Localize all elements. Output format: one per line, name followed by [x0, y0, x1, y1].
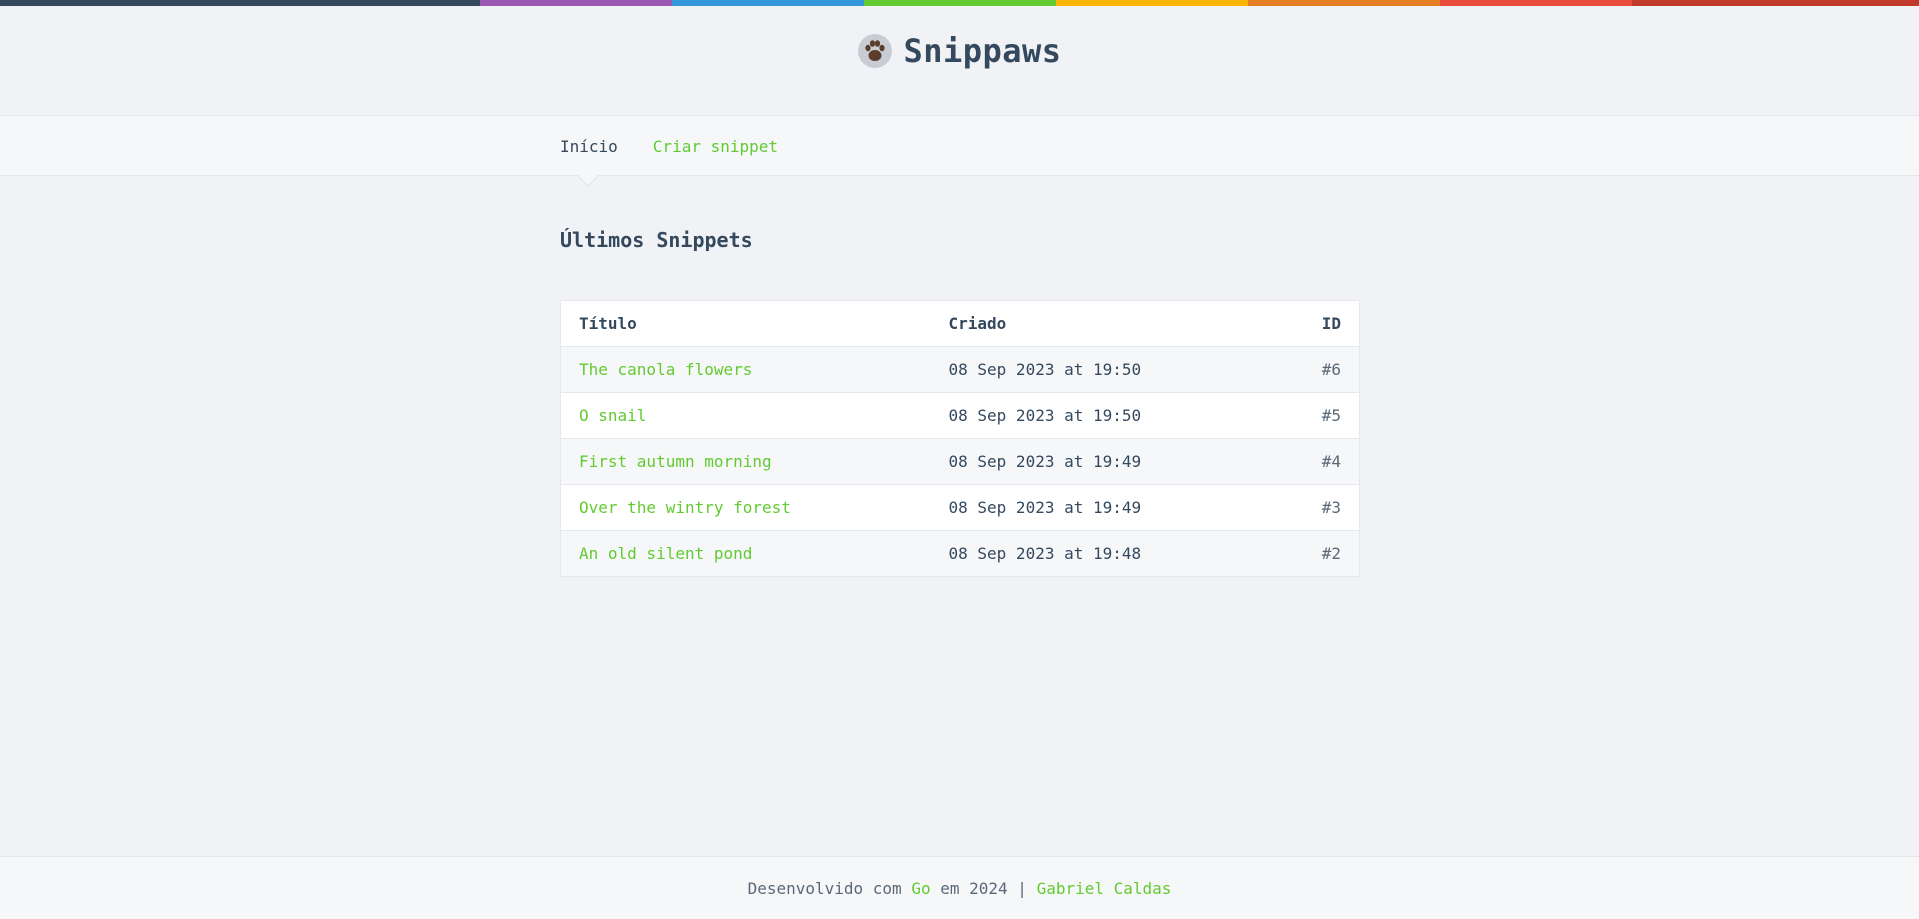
snippet-title-link[interactable]: Over the wintry forest [579, 498, 791, 517]
footer-go-link[interactable]: Go [911, 879, 930, 898]
snippet-title-link[interactable]: The canola flowers [579, 360, 752, 379]
snippet-title-link[interactable]: An old silent pond [579, 544, 752, 563]
snippet-id-cell: #2 [1275, 530, 1360, 577]
table-row: The canola flowers 08 Sep 2023 at 19:50 … [560, 346, 1360, 393]
site-header: Snippaws [0, 6, 1919, 116]
brand-home-link[interactable]: Snippaws [857, 32, 1061, 70]
snippet-id-cell: #6 [1275, 346, 1360, 393]
column-header-id: ID [1275, 300, 1360, 347]
snippet-created-cell: 08 Sep 2023 at 19:49 [930, 438, 1276, 485]
snippet-title-link[interactable]: First autumn morning [579, 452, 772, 471]
snippet-created-cell: 08 Sep 2023 at 19:50 [930, 346, 1276, 393]
snippet-title-cell: First autumn morning [560, 438, 931, 485]
paw-icon [858, 33, 893, 68]
column-header-created: Criado [930, 300, 1276, 347]
footer-prefix-text: Desenvolvido com [747, 878, 912, 898]
main-nav: Início Criar snippet [0, 116, 1919, 176]
snippet-id-cell: #4 [1275, 438, 1360, 485]
snippet-id-cell: #5 [1275, 392, 1360, 439]
column-header-title: Título [560, 300, 931, 347]
nav-home-link[interactable]: Início [560, 137, 618, 156]
snippet-id-cell: #3 [1275, 484, 1360, 531]
snippet-created-cell: 08 Sep 2023 at 19:49 [930, 484, 1276, 531]
footer-middle-text: em 2024 | [930, 878, 1037, 898]
snippets-table: Título Criado ID The canola flowers 08 S… [560, 300, 1360, 577]
footer-author-link[interactable]: Gabriel Caldas [1037, 879, 1172, 898]
snippet-created-cell: 08 Sep 2023 at 19:50 [930, 392, 1276, 439]
snippet-title-cell: O snail [560, 392, 931, 439]
snippet-title-cell: Over the wintry forest [560, 484, 931, 531]
page-title: Últimos Snippets [560, 228, 753, 252]
table-header-row: Título Criado ID [560, 300, 1360, 347]
snippet-created-cell: 08 Sep 2023 at 19:48 [930, 530, 1276, 577]
site-footer: Desenvolvido com Go em 2024 | Gabriel Ca… [0, 856, 1919, 919]
table-row: An old silent pond 08 Sep 2023 at 19:48 … [560, 530, 1360, 577]
snippet-title-cell: The canola flowers [560, 346, 931, 393]
brand-name: Snippaws [903, 31, 1062, 70]
nav-links: Início Criar snippet [560, 116, 813, 176]
nav-create-snippet-link[interactable]: Criar snippet [653, 137, 778, 156]
table-row: Over the wintry forest 08 Sep 2023 at 19… [560, 484, 1360, 531]
table-row: First autumn morning 08 Sep 2023 at 19:4… [560, 438, 1360, 485]
snippet-title-cell: An old silent pond [560, 530, 931, 577]
snippet-title-link[interactable]: O snail [579, 406, 646, 425]
main-content: Últimos Snippets Título Criado ID The ca… [560, 176, 1360, 577]
table-row: O snail 08 Sep 2023 at 19:50 #5 [560, 392, 1360, 439]
